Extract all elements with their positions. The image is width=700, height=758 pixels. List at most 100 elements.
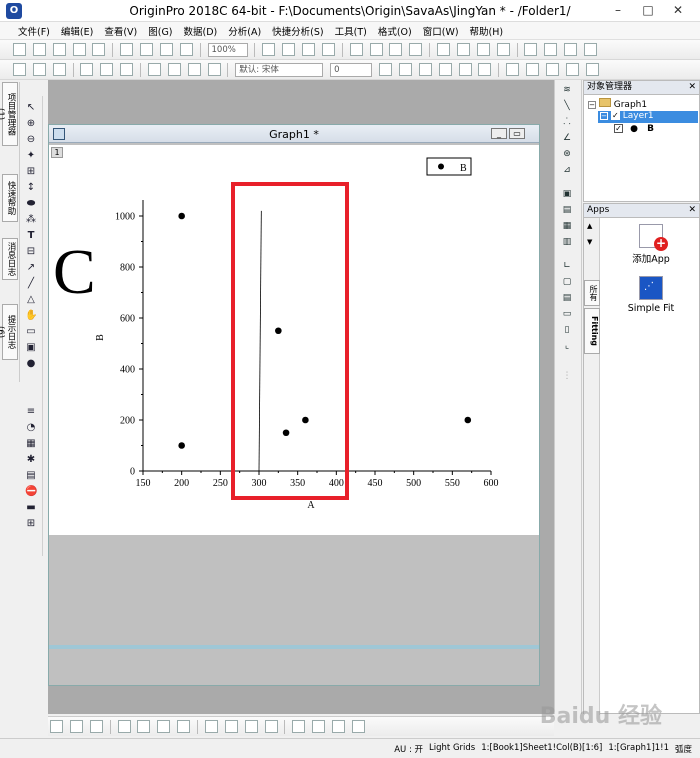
annotation-icon[interactable]: ✱: [25, 454, 37, 466]
results-log-icon[interactable]: [456, 43, 470, 56]
plot-symbol-icon[interactable]: ⸫: [560, 116, 574, 129]
new-graph-icon[interactable]: [52, 43, 66, 56]
worksheet-icon[interactable]: [12, 63, 26, 76]
legend-icon[interactable]: [389, 43, 403, 56]
plot-polar-icon[interactable]: ⊛: [560, 148, 574, 161]
export-icon[interactable]: [282, 43, 296, 56]
plot-ternary-icon[interactable]: [351, 720, 365, 733]
table-grid-icon[interactable]: ⊞: [25, 518, 37, 530]
menu-view[interactable]: 查看(V): [104, 24, 137, 38]
x-axis-title[interactable]: A: [307, 500, 315, 511]
fill-color-icon[interactable]: [565, 63, 579, 76]
menu-data[interactable]: 数据(D): [184, 24, 218, 38]
draw-data-icon[interactable]: ⁂: [25, 214, 37, 226]
data-reader-icon[interactable]: ⊞: [25, 166, 37, 178]
plot-stat-icon[interactable]: [312, 720, 326, 733]
collapse-icon[interactable]: −: [600, 112, 608, 120]
layer-manage-icon[interactable]: ▣: [560, 188, 574, 201]
plot-surface-icon[interactable]: [244, 720, 258, 733]
add-layer-icon[interactable]: [369, 43, 383, 56]
menu-gadgets[interactable]: 快捷分析(S): [272, 24, 323, 38]
clock-icon[interactable]: ◔: [25, 422, 37, 434]
legend-tool-icon[interactable]: ▤: [560, 292, 574, 305]
tab-quick-help[interactable]: 快速帮助: [2, 174, 18, 222]
line-tool-icon[interactable]: ╱: [25, 278, 37, 290]
font-size-select[interactable]: 0: [330, 63, 373, 77]
zoom-out-icon[interactable]: ⊖: [25, 134, 37, 146]
rescale-icon[interactable]: [349, 43, 363, 56]
tab-smart-hint-log[interactable]: 提示日志 (6): [0, 304, 18, 360]
copy-icon[interactable]: [167, 63, 181, 76]
panel-close-icon[interactable]: ✕: [688, 81, 696, 94]
tree-graph1[interactable]: − Graph1: [588, 98, 647, 110]
code-builder-icon[interactable]: [496, 43, 510, 56]
collapse-icon[interactable]: −: [588, 101, 596, 109]
import-icon[interactable]: [159, 43, 173, 56]
y-axis-title[interactable]: B: [95, 334, 106, 341]
plot-scatter-icon[interactable]: [69, 720, 83, 733]
plot-3d-icon[interactable]: ⊿: [560, 164, 574, 177]
menu-graph[interactable]: 图(G): [148, 24, 172, 38]
refresh-icon[interactable]: [179, 43, 193, 56]
tree-series-b[interactable]: ✓ ● B: [614, 124, 654, 134]
stack-icon[interactable]: ▦: [560, 220, 574, 233]
plot-pie-icon[interactable]: [204, 720, 218, 733]
line-style-icon[interactable]: [545, 63, 559, 76]
plot-polar-icon[interactable]: [332, 720, 345, 733]
underline-icon[interactable]: [418, 63, 432, 76]
align-right-icon[interactable]: [526, 63, 539, 76]
subscript-icon[interactable]: [458, 63, 472, 76]
polygon-tool-icon[interactable]: △: [25, 294, 37, 306]
layer-rescale-icon[interactable]: ▯: [560, 324, 574, 337]
save-icon[interactable]: [140, 43, 153, 56]
mask-icon[interactable]: [100, 63, 114, 76]
tree-layer1[interactable]: − ✓ Layer1: [598, 111, 698, 123]
align-left-icon[interactable]: [506, 63, 520, 76]
frame-icon[interactable]: ▭: [560, 308, 574, 321]
scroll-down-icon[interactable]: ▼: [587, 238, 592, 246]
tab-all-apps[interactable]: 所有: [584, 280, 600, 306]
delete-icon[interactable]: ⛔: [25, 486, 37, 498]
regional-mask-icon[interactable]: ⬬: [25, 198, 37, 210]
data-selector-icon[interactable]: ↕: [25, 182, 37, 194]
copy-page-icon[interactable]: [302, 43, 315, 56]
plot-line-icon[interactable]: [50, 720, 63, 733]
font-color-icon[interactable]: [585, 63, 599, 76]
speed-mode-icon[interactable]: ▢: [560, 276, 574, 289]
rectangle-tool-icon[interactable]: ▭: [25, 326, 37, 338]
cut-icon[interactable]: [147, 63, 161, 76]
data-icon[interactable]: [80, 63, 94, 76]
plot-3d-icon[interactable]: [224, 720, 238, 733]
zoom-tool-icon[interactable]: ⊕: [25, 118, 37, 130]
open-icon[interactable]: [120, 43, 134, 56]
ellipse-tool-icon[interactable]: ●: [25, 358, 37, 370]
menu-tools[interactable]: 工具(T): [335, 24, 367, 38]
column-icon[interactable]: [32, 63, 46, 76]
new-matrix-icon[interactable]: [72, 43, 86, 56]
graph-restore-button[interactable]: ▭: [509, 128, 525, 139]
layer-content-icon[interactable]: ▥: [560, 236, 574, 249]
checkbox-icon[interactable]: ✓: [614, 124, 623, 133]
scroll-up-icon[interactable]: ▲: [587, 222, 592, 230]
plot-multi-icon[interactable]: [292, 720, 306, 733]
text-tool-icon[interactable]: T: [25, 230, 37, 242]
plot-contour-icon[interactable]: [177, 720, 191, 733]
italic-icon[interactable]: [398, 63, 412, 76]
tab-fitting[interactable]: Fitting: [584, 308, 600, 354]
plot-line-icon[interactable]: ╲: [560, 100, 574, 113]
paste-icon[interactable]: [187, 63, 201, 76]
data-point[interactable]: [178, 212, 185, 220]
project-explorer-icon[interactable]: [437, 43, 450, 56]
statistics-icon[interactable]: [564, 43, 578, 56]
merge-graph-icon[interactable]: ▤: [560, 204, 574, 217]
panel-close-icon[interactable]: ✕: [688, 204, 696, 217]
graph-extract-icon[interactable]: ⌞: [560, 340, 574, 353]
maximize-button[interactable]: □: [634, 0, 662, 20]
screen-reader-icon[interactable]: ✦: [25, 150, 37, 162]
graph-minimize-button[interactable]: _: [491, 128, 507, 139]
add-table-icon[interactable]: ⊟: [25, 246, 37, 258]
menu-file[interactable]: 文件(F): [18, 24, 50, 38]
new-project-icon[interactable]: [12, 43, 26, 56]
pointer-tool-icon[interactable]: ↖: [25, 102, 37, 114]
greek-icon[interactable]: [478, 63, 492, 76]
